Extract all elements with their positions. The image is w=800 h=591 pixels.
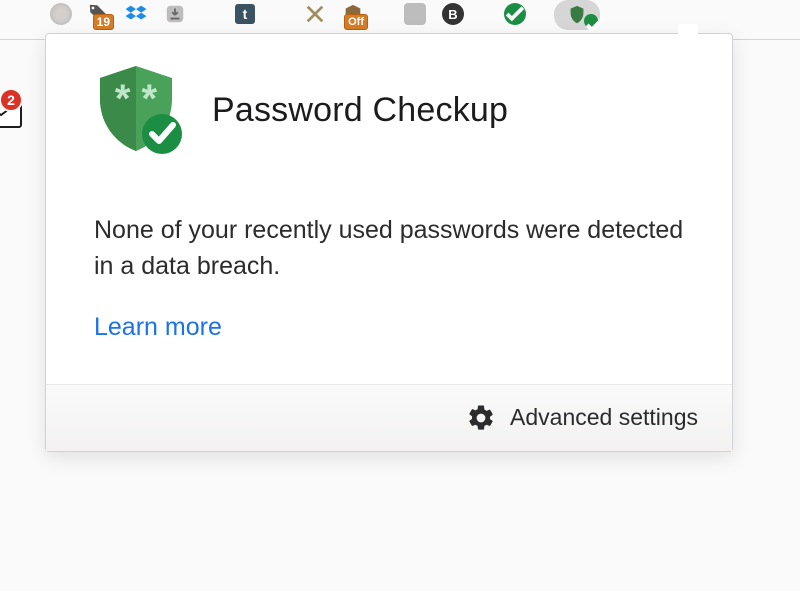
badge-19: 19 xyxy=(93,14,114,30)
ext-icon-tag[interactable]: 19 xyxy=(82,2,116,26)
ext-icon-dropbox[interactable] xyxy=(120,2,154,26)
learn-more-link[interactable]: Learn more xyxy=(94,313,686,342)
mail-notification[interactable]: 2 xyxy=(0,88,36,130)
tumblr-icon: t xyxy=(235,4,255,24)
popup-status-text: None of your recently used passwords wer… xyxy=(94,212,686,285)
crossed-tools-icon xyxy=(304,3,326,25)
ext-icon-crossed[interactable] xyxy=(298,2,332,26)
ext-icon-greencheck[interactable] xyxy=(498,2,532,26)
ext-icon-password-checkup[interactable] xyxy=(554,0,600,30)
password-checkup-popup: * * Password Checkup None of your recent… xyxy=(45,33,733,452)
b-icon: B xyxy=(442,3,464,25)
dropbox-icon xyxy=(126,3,148,25)
mail-count-badge: 2 xyxy=(0,88,23,112)
download-icon xyxy=(164,3,186,25)
check-badge-icon xyxy=(584,14,598,28)
ext-icon-generic[interactable] xyxy=(398,2,432,26)
password-checkup-shield-icon: * * xyxy=(84,64,192,156)
advanced-settings-label: Advanced settings xyxy=(510,404,698,431)
shield-check-icon xyxy=(504,3,526,25)
badge-off: Off xyxy=(344,14,368,30)
ext-icon-tumblr[interactable]: t xyxy=(228,2,262,26)
ext-icon-boldcircle[interactable]: B xyxy=(436,2,470,26)
advanced-settings-button[interactable]: Advanced settings xyxy=(466,403,698,433)
popup-title: Password Checkup xyxy=(212,91,508,130)
ext-icon-circle[interactable] xyxy=(44,2,78,26)
popup-footer: Advanced settings xyxy=(46,384,732,451)
popup-body: None of your recently used passwords wer… xyxy=(46,172,732,384)
ext-icon-download[interactable] xyxy=(158,2,192,26)
svg-text:* *: * * xyxy=(115,77,158,121)
popup-header: * * Password Checkup xyxy=(46,34,732,172)
ext-icon-off[interactable]: Off xyxy=(336,2,370,26)
gear-icon xyxy=(466,403,496,433)
